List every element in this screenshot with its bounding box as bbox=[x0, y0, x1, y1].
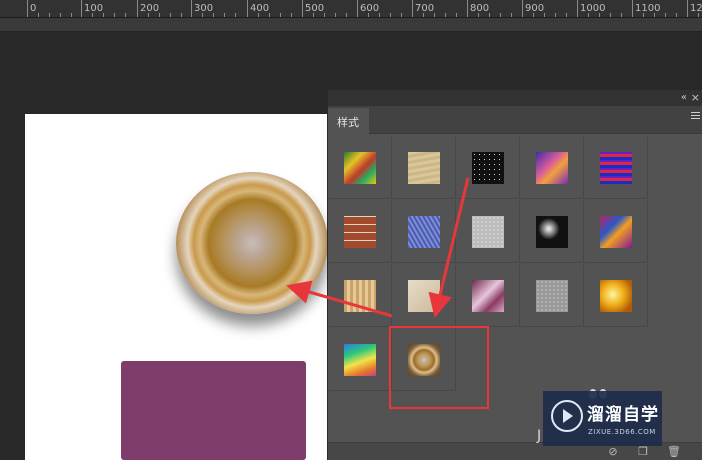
watermark-logo: 溜溜自学 ZIXUE.3D66.COM bbox=[543, 391, 662, 446]
arrow-to-canvas-disc bbox=[286, 280, 393, 318]
partial-text: J bbox=[537, 428, 542, 444]
watermark-url: ZIXUE.3D66.COM bbox=[588, 428, 656, 436]
play-logo-icon bbox=[551, 400, 583, 432]
watermark-title: 溜溜自学 bbox=[587, 405, 659, 425]
arrow-to-selected-style bbox=[428, 177, 470, 318]
